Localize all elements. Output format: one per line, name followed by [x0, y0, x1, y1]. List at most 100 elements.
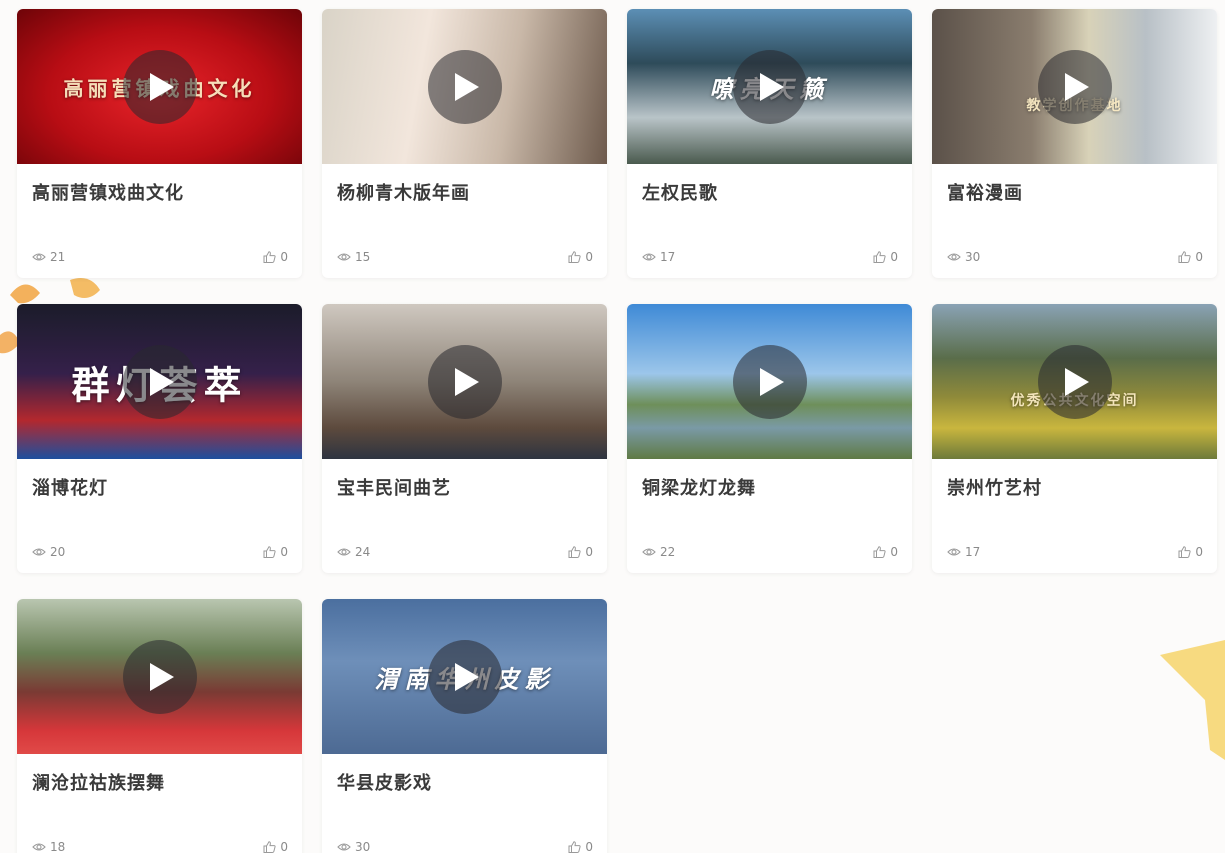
play-button[interactable]	[427, 344, 502, 419]
video-title[interactable]: 崇州竹艺村	[947, 474, 1042, 500]
video-card[interactable]: 宝丰民间曲艺 24 0	[322, 304, 607, 573]
video-thumbnail[interactable]: 群灯荟萃	[17, 304, 302, 459]
video-card[interactable]: 教学创作基地 富裕漫画 30 0	[932, 9, 1217, 278]
play-button[interactable]	[427, 639, 502, 714]
video-title[interactable]: 宝丰民间曲艺	[337, 474, 451, 500]
like-count-value: 0	[280, 840, 288, 853]
thumbs-up-icon[interactable]	[263, 546, 276, 558]
thumbs-up-icon[interactable]	[568, 251, 581, 263]
thumbs-up-icon[interactable]	[873, 546, 886, 558]
eye-icon	[337, 843, 351, 851]
video-title[interactable]: 华县皮影戏	[337, 769, 432, 795]
like-count-value: 0	[585, 840, 593, 853]
view-count: 21	[32, 250, 65, 264]
view-count-value: 21	[50, 250, 66, 264]
video-thumbnail[interactable]	[322, 304, 607, 459]
view-count-value: 30	[355, 840, 371, 853]
like-count-value: 0	[280, 545, 288, 559]
thumbs-up-icon[interactable]	[568, 546, 581, 558]
view-count-value: 24	[355, 545, 371, 559]
video-card[interactable]: 优秀公共文化空间 崇州竹艺村 17 0	[932, 304, 1217, 573]
play-icon	[455, 72, 479, 101]
like-count[interactable]: 0	[263, 250, 288, 264]
like-count[interactable]: 0	[263, 840, 288, 853]
view-count-value: 17	[660, 250, 676, 264]
view-count: 17	[947, 545, 980, 559]
play-icon	[760, 72, 784, 101]
play-icon	[150, 662, 174, 691]
video-card[interactable]: 高丽营镇戏曲文化 高丽营镇戏曲文化 21 0	[17, 9, 302, 278]
video-list-page: 高丽营镇戏曲文化 高丽营镇戏曲文化 21 0	[0, 0, 1225, 853]
video-thumbnail[interactable]	[627, 304, 912, 459]
thumbs-up-icon[interactable]	[263, 841, 276, 853]
video-stats: 24 0	[337, 544, 593, 560]
thumbs-up-icon[interactable]	[1178, 251, 1191, 263]
view-count: 17	[642, 250, 675, 264]
video-thumbnail[interactable]: 教学创作基地	[932, 9, 1217, 164]
like-count[interactable]: 0	[1178, 250, 1203, 264]
like-count[interactable]: 0	[568, 250, 593, 264]
video-thumbnail[interactable]: 嘹亮天籁	[627, 9, 912, 164]
eye-icon	[947, 253, 961, 261]
play-button[interactable]	[732, 344, 807, 419]
view-count-value: 30	[965, 250, 981, 264]
like-count[interactable]: 0	[263, 545, 288, 559]
play-button[interactable]	[122, 49, 197, 124]
video-card[interactable]: 嘹亮天籁 左权民歌 17 0	[627, 9, 912, 278]
play-icon	[1065, 367, 1089, 396]
video-thumbnail[interactable]: 优秀公共文化空间	[932, 304, 1217, 459]
like-count-value: 0	[1195, 545, 1203, 559]
video-stats: 30 0	[337, 839, 593, 853]
video-title[interactable]: 澜沧拉祜族摆舞	[32, 769, 165, 795]
thumbs-up-icon[interactable]	[873, 251, 886, 263]
play-button[interactable]	[732, 49, 807, 124]
like-count[interactable]: 0	[1178, 545, 1203, 559]
video-title[interactable]: 富裕漫画	[947, 179, 1023, 205]
play-icon	[455, 367, 479, 396]
like-count-value: 0	[890, 250, 898, 264]
video-card[interactable]: 渭南华州皮影 华县皮影戏 30 0	[322, 599, 607, 853]
view-count-value: 20	[50, 545, 66, 559]
video-stats: 15 0	[337, 249, 593, 265]
video-card[interactable]: 杨柳青木版年画 15 0	[322, 9, 607, 278]
thumbs-up-icon[interactable]	[263, 251, 276, 263]
video-card[interactable]: 铜梁龙灯龙舞 22 0	[627, 304, 912, 573]
play-button[interactable]	[122, 344, 197, 419]
video-card[interactable]: 群灯荟萃 淄博花灯 20 0	[17, 304, 302, 573]
like-count[interactable]: 0	[873, 250, 898, 264]
like-count[interactable]: 0	[568, 545, 593, 559]
video-stats: 21 0	[32, 249, 288, 265]
view-count: 22	[642, 545, 675, 559]
eye-icon	[32, 843, 46, 851]
video-title[interactable]: 淄博花灯	[32, 474, 108, 500]
video-card[interactable]: 澜沧拉祜族摆舞 18 0	[17, 599, 302, 853]
video-title[interactable]: 铜梁龙灯龙舞	[642, 474, 756, 500]
video-title[interactable]: 左权民歌	[642, 179, 718, 205]
like-count-value: 0	[280, 250, 288, 264]
video-title[interactable]: 杨柳青木版年画	[337, 179, 470, 205]
play-button[interactable]	[1037, 49, 1112, 124]
video-stats: 17 0	[642, 249, 898, 265]
video-thumbnail[interactable]: 高丽营镇戏曲文化	[17, 9, 302, 164]
play-button[interactable]	[427, 49, 502, 124]
like-count[interactable]: 0	[568, 840, 593, 853]
video-thumbnail[interactable]: 渭南华州皮影	[322, 599, 607, 754]
view-count-value: 22	[660, 545, 676, 559]
play-button[interactable]	[122, 639, 197, 714]
eye-icon	[337, 548, 351, 556]
like-count[interactable]: 0	[873, 545, 898, 559]
like-count-value: 0	[890, 545, 898, 559]
video-stats: 30 0	[947, 249, 1203, 265]
video-thumbnail[interactable]	[322, 9, 607, 164]
video-title[interactable]: 高丽营镇戏曲文化	[32, 179, 184, 205]
eye-icon	[32, 548, 46, 556]
play-button[interactable]	[1037, 344, 1112, 419]
play-icon	[150, 367, 174, 396]
view-count-value: 18	[50, 840, 66, 853]
video-stats: 18 0	[32, 839, 288, 853]
eye-icon	[947, 548, 961, 556]
video-thumbnail[interactable]	[17, 599, 302, 754]
view-count: 15	[337, 250, 370, 264]
thumbs-up-icon[interactable]	[1178, 546, 1191, 558]
thumbs-up-icon[interactable]	[568, 841, 581, 853]
